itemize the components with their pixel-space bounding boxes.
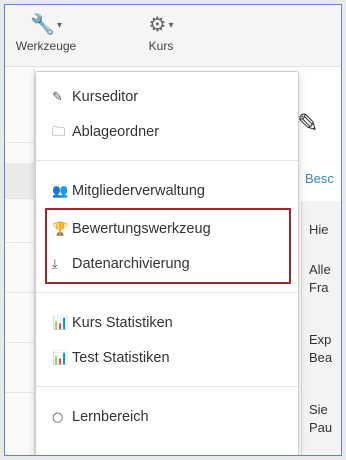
content-text: Alle [309,262,331,277]
left-navigation-panel [5,67,35,455]
menu-divider [36,292,298,293]
menu-divider [36,160,298,161]
content-text: Fra [309,280,329,295]
menu-item-kurs-statistiken[interactable]: 📊 Kurs Statistiken [52,312,173,334]
kurs-menu-button[interactable]: ⚙ ▾ Kurs [125,11,197,53]
folder-icon: 🗀 [52,125,66,140]
wrench-icon: 🔧 ▾ [30,12,62,36]
menu-item-label: Kurs Statistiken [72,315,173,331]
gears-icon: ⚙ ▾ [148,12,174,36]
menu-item-label: Lernbereich [72,409,149,425]
app-window: 🔧▾ Werkzeuge ⚙▾ Kurs ✎ ▾ Besc Hie Alle F… [4,4,342,456]
menu-item-test-statistiken[interactable]: 📊 Test Statistiken [52,347,170,369]
nav-row[interactable] [5,207,35,243]
menu-item-lernbereich[interactable]: ○ Lernbereich [52,406,149,428]
edit-icon[interactable]: ✎ [297,109,319,139]
content-text: Hie [309,222,329,237]
chevron-down-icon: ▾ [168,19,174,31]
content-text: Exp [309,332,332,347]
menu-item-label: Mitgliederverwaltung [72,183,205,199]
edit-icon: ✎ [52,90,63,105]
menu-item-ablageordner[interactable]: 🗀 Ablageordner [52,121,159,143]
content-text: Pau [309,420,333,435]
chevron-down-icon: ▾ [56,19,62,31]
nav-row[interactable] [5,307,35,343]
bar-chart-icon: 📊 [52,351,69,366]
content-text: Sie [309,402,328,417]
circle-icon: ○ [52,410,64,425]
menu-item-kurseditor[interactable]: ✎ Kurseditor [52,86,138,108]
menu-item-label: Kurseditor [72,89,139,105]
menu-item-label: Test Statistiken [72,350,170,366]
kurs-label: Kurs [148,39,174,53]
nav-row[interactable] [5,357,35,393]
bar-chart-icon: 📊 [52,316,69,331]
users-icon: 👥 [52,184,69,199]
menu-divider [36,386,298,387]
nav-row[interactable] [5,257,35,293]
toolbar: 🔧 ▾ Werkzeuge ⚙ ▾ Kurs [5,5,341,67]
tab-beschreibung[interactable]: Besc [305,171,334,186]
nav-row-selected[interactable] [5,163,35,199]
nav-row[interactable] [5,107,35,143]
werkzeuge-menu-button[interactable]: 🔧 ▾ Werkzeuge [5,11,87,53]
content-text: Bea [309,350,333,365]
menu-item-label: Ablageordner [72,124,160,140]
werkzeuge-label: Werkzeuge [15,39,77,53]
highlight-annotation-box [45,208,291,284]
menu-item-mitgliederverwaltung[interactable]: 👥 Mitgliederverwaltung [52,180,205,202]
